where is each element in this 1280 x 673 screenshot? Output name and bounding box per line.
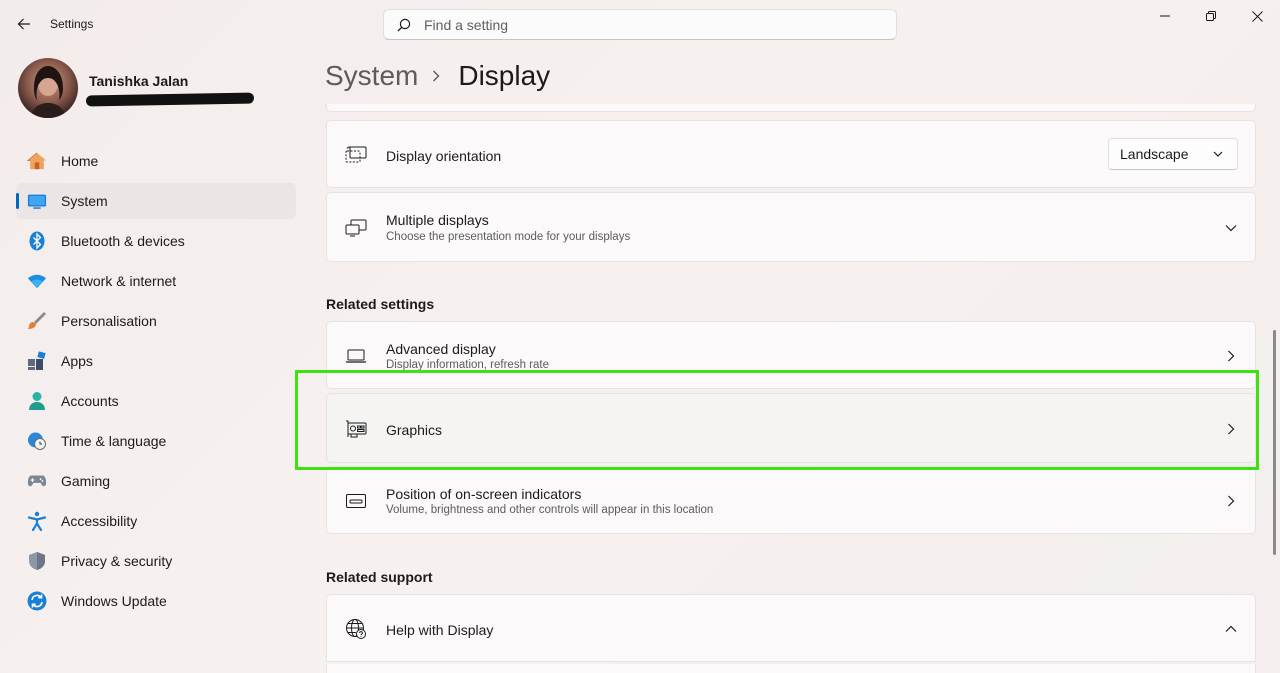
display-orientation-title: Display orientation bbox=[386, 148, 502, 164]
close-icon bbox=[1251, 10, 1263, 22]
advanced-display-subtitle: Display information, refresh rate bbox=[386, 359, 549, 371]
sidebar-item-gaming[interactable]: Gaming bbox=[16, 463, 296, 499]
home-icon bbox=[27, 151, 47, 171]
back-button[interactable] bbox=[12, 12, 36, 36]
on-screen-indicator-icon bbox=[345, 490, 367, 512]
display-orientation-card: Display orientation Landscape bbox=[326, 120, 1256, 188]
position-indicators-title: Position of on-screen indicators bbox=[386, 486, 582, 502]
update-icon bbox=[27, 591, 47, 611]
page-title: Display bbox=[458, 60, 551, 91]
settings-content: Display orientation Landscape Multiple d… bbox=[326, 104, 1256, 673]
gamepad-icon bbox=[27, 471, 47, 491]
graphics-title: Graphics bbox=[386, 422, 443, 438]
redacted-email bbox=[85, 92, 255, 107]
position-indicators-subtitle: Volume, brightness and other controls wi… bbox=[386, 504, 714, 516]
close-button[interactable] bbox=[1234, 0, 1280, 32]
search-icon bbox=[396, 17, 412, 33]
sidebar-item-apps[interactable]: Apps bbox=[16, 343, 296, 379]
search-input[interactable] bbox=[424, 16, 864, 33]
laptop-icon bbox=[345, 345, 367, 367]
sidebar-nav: Home System Bluetooth & devices Network … bbox=[16, 143, 296, 623]
user-name: Tanishka Jalan bbox=[89, 73, 189, 89]
advanced-display-card[interactable]: Advanced display Display information, re… bbox=[326, 321, 1256, 389]
restore-icon bbox=[1206, 11, 1216, 21]
shield-icon bbox=[27, 551, 47, 571]
brush-icon bbox=[27, 311, 47, 331]
graphics-card[interactable]: Graphics bbox=[326, 393, 1256, 463]
sidebar-item-windows-update[interactable]: Windows Update bbox=[16, 583, 296, 619]
multiple-displays-card[interactable]: Multiple displays Choose the presentatio… bbox=[326, 192, 1256, 262]
apps-icon bbox=[27, 351, 47, 371]
search-box[interactable] bbox=[383, 9, 897, 40]
chevron-down-icon[interactable] bbox=[1223, 220, 1239, 236]
sidebar-item-accessibility[interactable]: Accessibility bbox=[16, 503, 296, 539]
chevron-right-icon bbox=[432, 70, 444, 82]
sidebar-item-home[interactable]: Home bbox=[16, 143, 296, 179]
multiple-displays-icon bbox=[345, 217, 367, 239]
minimize-icon bbox=[1160, 15, 1170, 17]
accounts-icon bbox=[27, 391, 47, 411]
sidebar-item-network-internet[interactable]: Network & internet bbox=[16, 263, 296, 299]
globe-clock-icon bbox=[27, 431, 47, 451]
restore-button[interactable] bbox=[1188, 0, 1234, 32]
minimize-button[interactable] bbox=[1142, 0, 1188, 32]
sidebar-item-accounts[interactable]: Accounts bbox=[16, 383, 296, 419]
chevron-right-icon bbox=[1223, 493, 1239, 509]
sidebar-item-personalisation[interactable]: Personalisation bbox=[16, 303, 296, 339]
orientation-value: Landscape bbox=[1120, 146, 1189, 162]
globe-help-icon bbox=[345, 618, 367, 640]
system-icon bbox=[27, 191, 47, 211]
display-orientation-icon bbox=[345, 144, 367, 166]
graphics-card-icon bbox=[345, 418, 367, 440]
scrollbar-thumb[interactable] bbox=[1273, 330, 1276, 555]
sidebar-item-bluetooth-devices[interactable]: Bluetooth & devices bbox=[16, 223, 296, 259]
breadcrumb-system[interactable]: System bbox=[325, 60, 418, 92]
accessibility-icon bbox=[27, 511, 47, 531]
help-with-display-title: Help with Display bbox=[386, 622, 494, 638]
orientation-dropdown[interactable]: Landscape bbox=[1108, 138, 1238, 170]
advanced-display-title: Advanced display bbox=[386, 341, 496, 357]
chevron-right-icon bbox=[1223, 348, 1239, 364]
sidebar-item-privacy-security[interactable]: Privacy & security bbox=[16, 543, 296, 579]
app-title: Settings bbox=[50, 17, 94, 31]
chevron-up-icon[interactable] bbox=[1223, 621, 1239, 637]
sidebar-item-system[interactable]: System bbox=[16, 183, 296, 219]
help-expanded-area bbox=[326, 664, 1256, 673]
breadcrumb: System Display bbox=[325, 58, 550, 94]
help-with-display-card[interactable]: Help with Display bbox=[326, 594, 1256, 662]
position-indicators-card[interactable]: Position of on-screen indicators Volume,… bbox=[326, 466, 1256, 534]
partial-setting-card[interactable] bbox=[326, 104, 1256, 112]
multiple-displays-title: Multiple displays bbox=[386, 212, 489, 228]
wifi-icon bbox=[27, 271, 47, 291]
chevron-right-icon bbox=[1223, 421, 1239, 437]
bluetooth-icon bbox=[27, 231, 47, 251]
sidebar-item-time-language[interactable]: Time & language bbox=[16, 423, 296, 459]
title-bar: Settings bbox=[0, 0, 1280, 48]
chevron-down-icon bbox=[1213, 148, 1225, 160]
back-arrow-icon bbox=[17, 18, 30, 30]
related-support-heading: Related support bbox=[326, 569, 433, 585]
multiple-displays-subtitle: Choose the presentation mode for your di… bbox=[386, 231, 631, 243]
avatar[interactable] bbox=[18, 58, 78, 118]
related-settings-heading: Related settings bbox=[326, 296, 435, 312]
